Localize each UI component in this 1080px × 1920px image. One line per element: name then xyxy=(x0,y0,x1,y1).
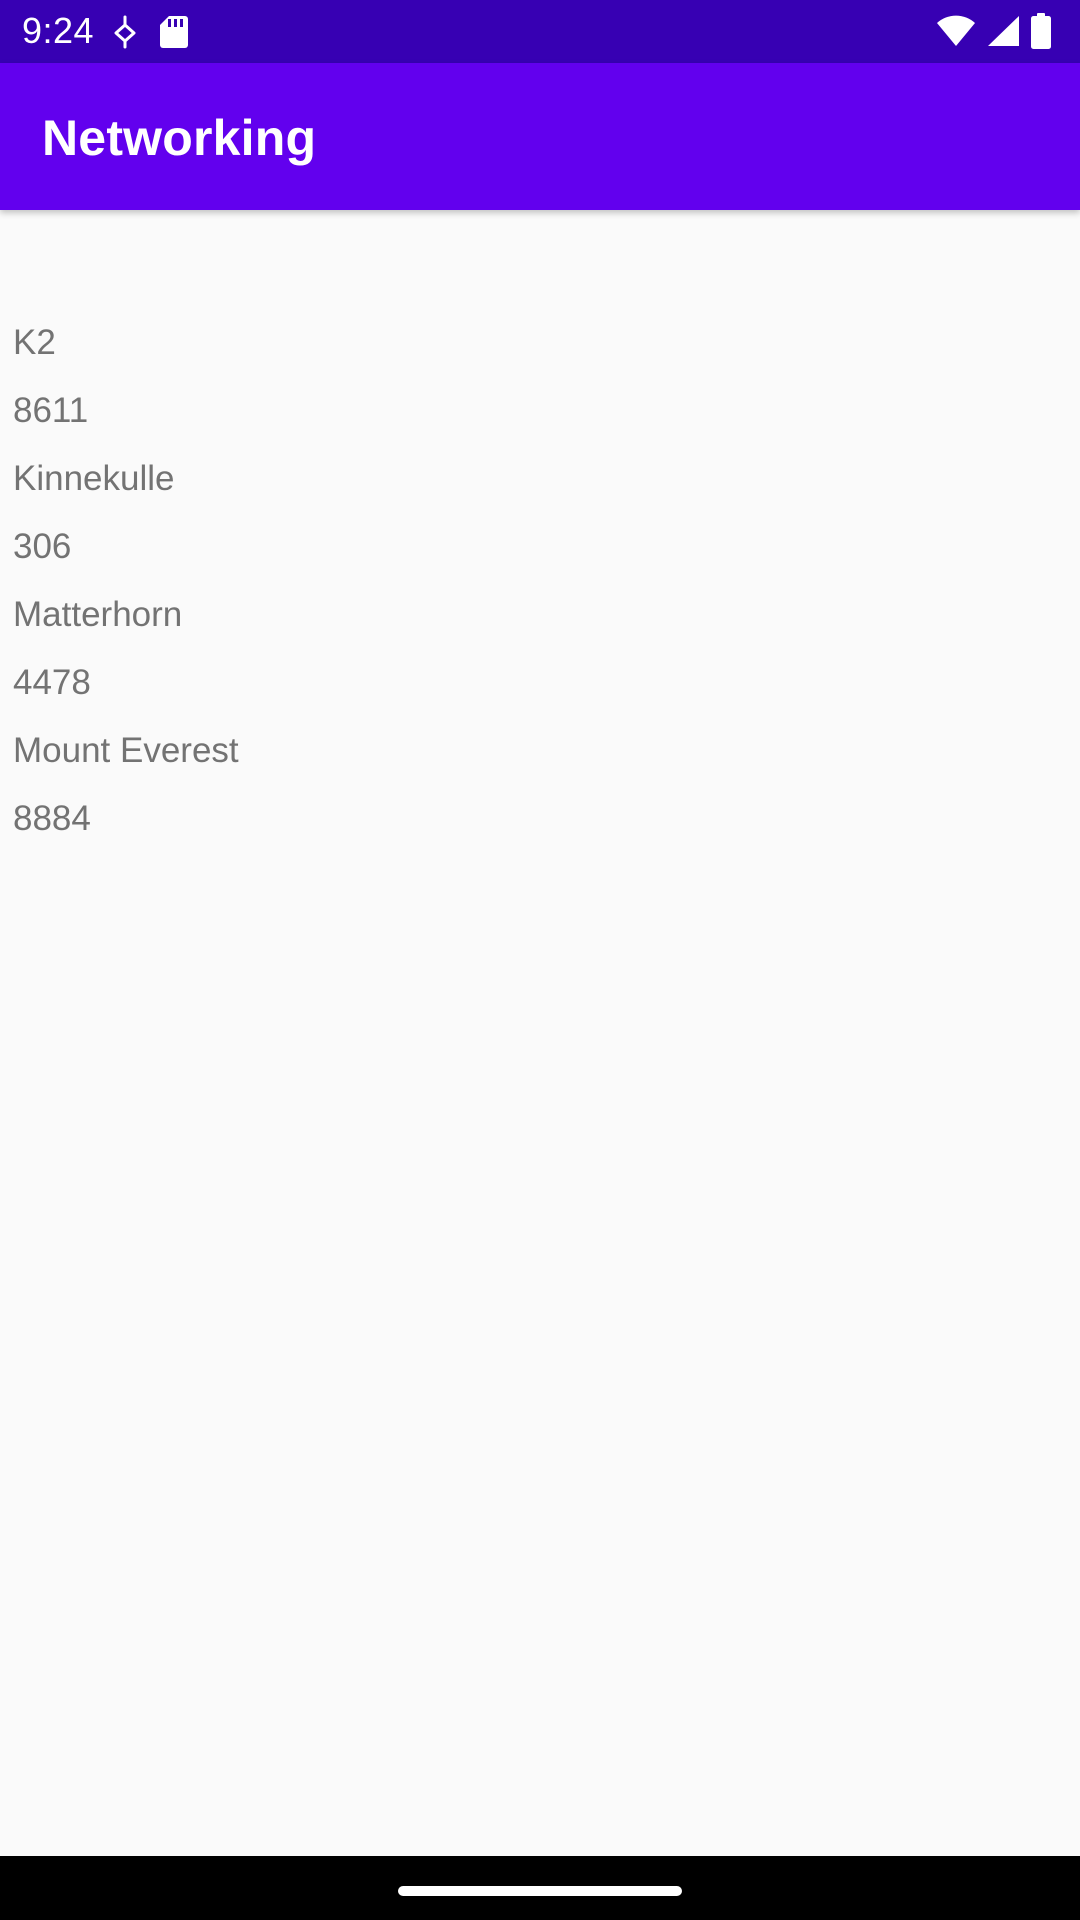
status-time: 9:24 xyxy=(22,10,95,51)
status-bar: 9:24 xyxy=(0,0,1080,63)
main-content: K2 8611 Kinnekulle 306 Matterhorn 4478 M… xyxy=(0,210,1080,1856)
mountain-name: Matterhorn xyxy=(13,595,183,634)
mountain-height: 4478 xyxy=(13,663,91,702)
navigation-bar xyxy=(0,1856,1080,1920)
wifi-icon xyxy=(936,15,976,47)
list-item: Kinnekulle 306 xyxy=(13,445,239,581)
battery-icon xyxy=(1030,13,1052,49)
mountain-name: K2 xyxy=(13,323,56,362)
mountain-name: Kinnekulle xyxy=(13,459,175,498)
status-notification-icons xyxy=(112,14,188,50)
status-system-icons xyxy=(936,12,1052,50)
home-gesture-handle[interactable] xyxy=(398,1886,682,1896)
mountain-height: 8611 xyxy=(13,391,89,430)
list-item: Matterhorn 4478 xyxy=(13,581,239,717)
usb-debug-icon xyxy=(112,15,138,49)
list-item: Mount Everest 8884 xyxy=(13,717,239,853)
sd-card-icon xyxy=(160,15,188,49)
mountain-height: 8884 xyxy=(13,799,91,838)
list-item: K2 8611 xyxy=(13,309,239,445)
mountain-list: K2 8611 Kinnekulle 306 Matterhorn 4478 M… xyxy=(13,309,239,853)
mountain-name: Mount Everest xyxy=(13,731,239,770)
mountain-height: 306 xyxy=(13,527,72,566)
app-bar: Networking xyxy=(0,63,1080,210)
cellular-signal-icon xyxy=(986,15,1020,47)
app-title: Networking xyxy=(42,110,317,166)
